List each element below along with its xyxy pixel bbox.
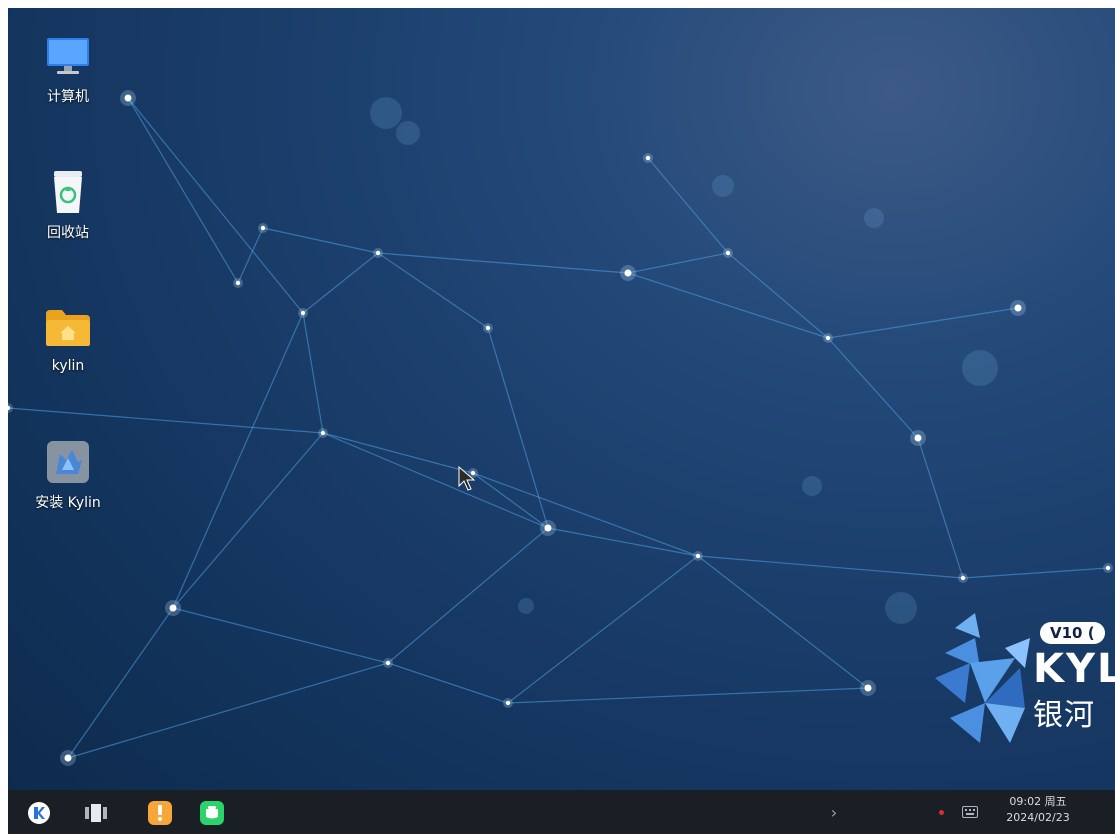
constellation-line: [507, 687, 869, 704]
constellation-line: [67, 607, 174, 759]
chat-app-button[interactable]: [198, 799, 226, 827]
star: [385, 660, 391, 666]
star: [64, 754, 72, 762]
constellation-line: [697, 555, 869, 689]
kylin-logo-icon: [935, 613, 1030, 743]
constellation-line: [962, 567, 1109, 579]
version-badge: V10 (: [1040, 622, 1105, 644]
trash-icon: [44, 168, 92, 216]
star: [914, 434, 922, 442]
star: [300, 310, 306, 316]
star: [169, 604, 177, 612]
chat-app-icon: [200, 801, 224, 825]
computer-icon: [44, 32, 92, 80]
constellation-line: [377, 252, 489, 329]
constellation-line: [172, 607, 389, 664]
keyboard-icon: [962, 806, 978, 818]
star: [1105, 565, 1111, 571]
bokeh-dot: [864, 208, 884, 228]
constellation-line: [827, 307, 1019, 339]
star: [260, 225, 266, 231]
kylin-branding: V10 ( KYL 银河: [925, 608, 1115, 768]
bokeh-dot: [885, 592, 917, 624]
multitask-view-icon: [85, 804, 107, 822]
constellation-line: [67, 662, 389, 759]
desktop-icon-label: 回收站: [47, 225, 89, 241]
app-store-button[interactable]: [146, 799, 174, 827]
constellation-line: [172, 312, 304, 609]
bokeh-dot: [712, 175, 734, 197]
desktop-icon-trash[interactable]: 回收站: [23, 168, 113, 242]
constellation-line: [507, 555, 699, 704]
star: [695, 553, 701, 559]
star: [124, 94, 132, 102]
desktop[interactable]: 计算机 回收站 kylin 安装 Kylin V10 (KYL 银河 › 09…: [8, 8, 1115, 834]
constellation-line: [322, 432, 549, 529]
star: [375, 250, 381, 256]
constellation-line: [472, 472, 699, 557]
star: [235, 280, 241, 286]
constellation-line: [387, 662, 509, 704]
constellation-line: [302, 252, 379, 314]
constellation-line: [647, 157, 729, 254]
bokeh-dot: [802, 476, 822, 496]
constellation-line: [262, 227, 379, 254]
constellation-line: [547, 527, 699, 557]
desktop-icon-label: kylin: [51, 358, 85, 374]
constellation-line: [627, 272, 829, 339]
desktop-icon-label: 安装 Kylin: [35, 495, 101, 511]
clock-time: 09:02 周五: [1009, 795, 1067, 808]
bokeh-dot: [518, 598, 534, 614]
brand-name-en: KYL: [1033, 646, 1115, 692]
star: [320, 430, 326, 436]
desktop-icon-label: 计算机: [47, 89, 89, 105]
constellation-line: [697, 555, 964, 579]
star: [485, 325, 491, 331]
constellation-line: [127, 97, 304, 314]
desktop-icon-home-folder[interactable]: kylin: [23, 304, 113, 374]
constellation-line: [827, 337, 919, 439]
bokeh-dot: [962, 350, 998, 386]
constellation-line: [387, 527, 549, 664]
taskbar: › 09:02 周五 2024/02/23: [8, 790, 1115, 834]
star: [544, 524, 552, 532]
app-store-icon: [148, 801, 172, 825]
constellation-line: [627, 252, 729, 274]
star: [645, 155, 651, 161]
constellation-line: [322, 432, 474, 474]
clock-date: 2024/02/23: [1006, 811, 1070, 824]
star: [825, 335, 831, 341]
mouse-cursor-icon: [458, 465, 476, 496]
kylin-start-icon: [28, 802, 50, 824]
start-menu-button[interactable]: [26, 800, 52, 826]
keyboard-button[interactable]: [960, 803, 980, 821]
star: [624, 269, 632, 277]
tray-expand-button[interactable]: ›: [824, 802, 844, 822]
notification-dot-icon: [938, 809, 944, 815]
star: [1014, 304, 1022, 312]
installer-icon: [44, 438, 92, 486]
star: [505, 700, 511, 706]
star: [960, 575, 966, 581]
star: [864, 684, 872, 692]
desktop-icon-computer[interactable]: 计算机: [23, 32, 113, 106]
constellation-line: [917, 437, 964, 579]
desktop-icon-installer[interactable]: 安装 Kylin: [23, 438, 113, 512]
constellation-line: [237, 227, 264, 284]
bokeh-dot: [370, 97, 402, 129]
constellation-line: [377, 252, 629, 274]
bokeh-dot: [396, 121, 420, 145]
home-folder-icon: [44, 304, 92, 352]
constellation-line: [302, 312, 324, 434]
constellation-line: [487, 327, 549, 529]
clock[interactable]: 09:02 周五 2024/02/23: [998, 794, 1078, 826]
brand-name-cn: 银河: [1033, 698, 1095, 733]
constellation-line: [727, 252, 829, 339]
constellation-line: [172, 432, 324, 609]
constellation-line: [8, 407, 324, 434]
star: [725, 250, 731, 256]
constellation-line: [127, 97, 239, 284]
multitask-view-button[interactable]: [83, 801, 109, 825]
